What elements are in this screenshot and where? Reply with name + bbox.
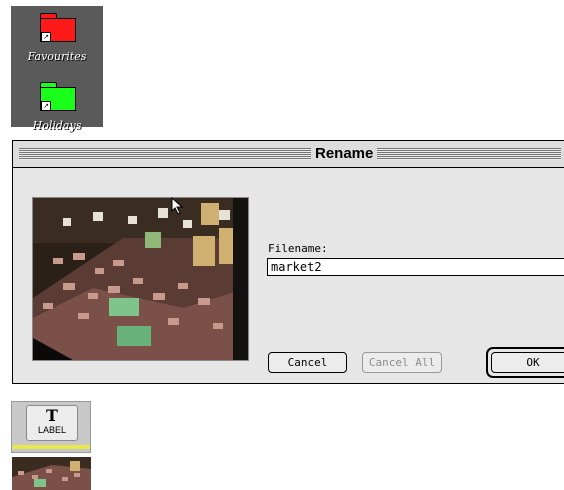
folder-green-icon: ↗: [40, 82, 76, 112]
filename-label: Filename:: [268, 242, 328, 255]
desktop-panel: ↗ Favourites ↗ Holidays: [11, 6, 103, 132]
titlebar-stripes: [19, 148, 561, 160]
label-tool-button[interactable]: T LABEL: [26, 405, 78, 441]
label-tool-text: LABEL: [37, 425, 67, 435]
folder-label: Holidays: [32, 119, 82, 132]
alias-arrow-icon: ↗: [41, 32, 51, 42]
image-preview: [32, 197, 249, 361]
dialog-title: Rename: [311, 144, 378, 164]
image-thumbnail[interactable]: [12, 457, 91, 490]
filename-input[interactable]: [267, 258, 564, 276]
folder-holidays[interactable]: ↗ Holidays: [11, 82, 103, 138]
selection-bar: [12, 445, 90, 449]
alias-arrow-icon: ↗: [41, 101, 51, 111]
text-tool-icon: T: [46, 406, 58, 425]
folder-red-icon: ↗: [40, 13, 76, 43]
cancel-button[interactable]: Cancel: [268, 352, 347, 373]
rename-dialog: Rename Filename: market2 Cancel Cancel A…: [12, 140, 564, 384]
dialog-titlebar[interactable]: Rename: [13, 141, 564, 168]
folder-favourites[interactable]: ↗ Favourites: [11, 13, 103, 69]
mouse-pointer-icon: [171, 197, 184, 215]
cancel-all-button[interactable]: Cancel All: [362, 352, 442, 373]
folder-label: Favourites: [27, 50, 87, 63]
ok-button[interactable]: OK: [491, 352, 564, 373]
tool-strip: T LABEL: [11, 401, 91, 453]
